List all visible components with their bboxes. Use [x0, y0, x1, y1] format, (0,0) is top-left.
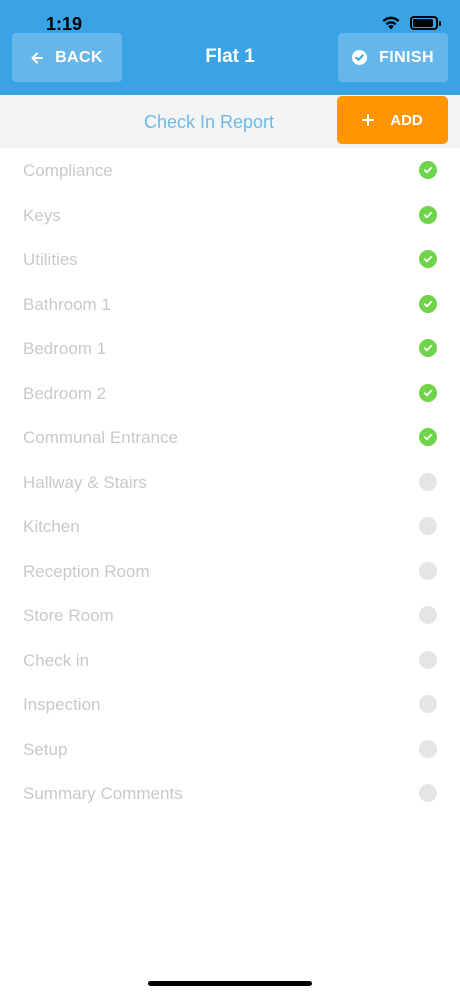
list-item-label: Kitchen [23, 517, 80, 536]
complete-check-icon [419, 294, 437, 313]
list-item-label: Check in [23, 650, 90, 670]
list-item[interactable]: Keys [0, 193, 460, 238]
pending-status-icon [419, 739, 437, 758]
list-item-label: Utilities [23, 250, 78, 269]
list-item-label: Communal Entrance [23, 428, 178, 447]
wifi-icon [382, 16, 400, 30]
pending-status-icon [419, 472, 437, 491]
complete-check-icon [419, 339, 437, 357]
pending-status-icon [419, 784, 437, 802]
status-time: 1:19 [46, 14, 83, 34]
complete-check-icon [419, 383, 437, 402]
list-item[interactable]: Bedroom 2 [0, 371, 460, 416]
list-item[interactable]: Store Room [0, 593, 460, 638]
list-item-label: Reception Room [23, 561, 150, 581]
list-item[interactable]: Setup [0, 727, 460, 772]
pending-status-icon [419, 561, 437, 580]
finish-button[interactable]: FINISH [338, 33, 448, 82]
list-item-label: Bedroom 1 [23, 339, 107, 358]
list-item-label: Store Room [23, 606, 114, 625]
status-icons [381, 15, 441, 30]
list-item[interactable]: Summary Comments [0, 771, 460, 816]
list-item-label: Summary Comments [23, 784, 183, 803]
list-item-label: Setup [23, 739, 68, 759]
pending-status-icon [419, 650, 437, 669]
app-header: 1:19 BACK Flat 1 FINISH [0, 0, 460, 95]
home-indicator [148, 981, 312, 986]
list-item[interactable]: Inspection [0, 682, 460, 727]
complete-check-icon [419, 205, 437, 224]
list-item-label: Hallway & Stairs [23, 472, 147, 492]
room-list: Compliance Keys Utilities Bathroom 1 Bedroom… [0, 148, 460, 816]
list-item[interactable]: Communal Entrance [0, 415, 460, 460]
complete-check-icon [419, 161, 437, 179]
list-item-label: Compliance [23, 161, 113, 180]
list-item[interactable]: Bedroom 1 [0, 326, 460, 371]
complete-check-icon [419, 428, 437, 446]
list-item-label: Keys [23, 205, 61, 225]
add-label: ADD [390, 111, 423, 129]
list-item[interactable]: Compliance [0, 148, 460, 193]
complete-check-icon [419, 250, 437, 268]
list-item-label: Bathroom 1 [23, 294, 111, 314]
list-item-label: Inspection [23, 695, 101, 714]
add-button[interactable]: ADD [337, 96, 448, 144]
finish-label: FINISH [379, 48, 434, 66]
pending-status-icon [419, 606, 437, 624]
plus-icon [362, 114, 375, 126]
list-item[interactable]: Bathroom 1 [0, 282, 460, 327]
battery-icon [410, 15, 441, 30]
list-item[interactable]: Check in [0, 638, 460, 683]
list-item[interactable]: Reception Room [0, 549, 460, 594]
list-item-label: Bedroom 2 [23, 383, 107, 403]
pending-status-icon [419, 695, 437, 713]
pending-status-icon [419, 517, 437, 535]
list-item[interactable]: Kitchen [0, 504, 460, 549]
list-item[interactable]: Hallway & Stairs [0, 460, 460, 505]
list-item[interactable]: Utilities [0, 237, 460, 282]
check-circle-icon [352, 50, 368, 65]
